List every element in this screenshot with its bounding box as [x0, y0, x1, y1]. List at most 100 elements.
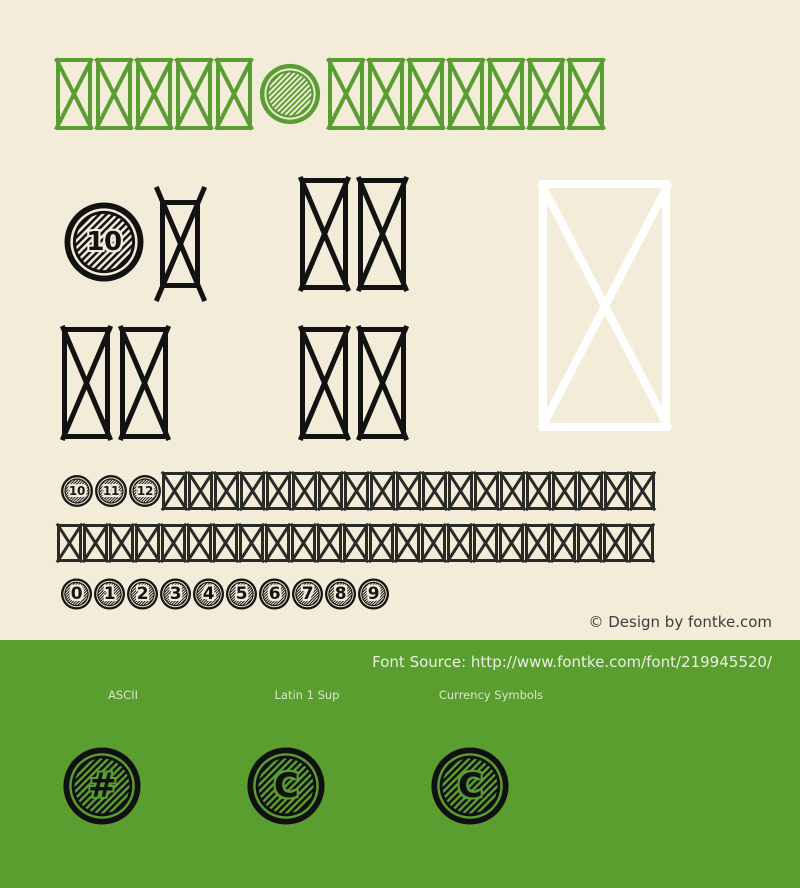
paragraph-missing-glyph-box — [212, 470, 241, 512]
unicode-block-label-ascii: ASCII — [108, 688, 138, 702]
title-missing-glyph-box — [54, 57, 94, 131]
specimen-row2-group2 — [297, 324, 416, 442]
title-missing-glyph-box — [486, 57, 526, 131]
coin-glyph-label: 8 — [334, 584, 347, 604]
sample-coin-glyph: # — [61, 745, 143, 827]
coin-glyph-label: 10 — [68, 484, 86, 498]
paragraph-missing-glyph-box — [550, 470, 579, 512]
paragraph-missing-glyph-box — [472, 470, 501, 512]
specimen-missing-glyph-box — [297, 175, 351, 293]
coin-artwork — [259, 63, 321, 125]
title-missing-glyph-box — [174, 57, 214, 131]
paragraph-missing-glyph-box — [160, 470, 189, 512]
coin-glyph-label: C — [457, 766, 483, 806]
paragraph-missing-glyph-box — [367, 522, 396, 564]
paragraph-missing-glyph-box — [81, 522, 110, 564]
paragraph-missing-glyph-box — [523, 522, 552, 564]
digit-coin-7: 7 — [291, 574, 324, 614]
paragraph-missing-glyph-box — [446, 470, 475, 512]
paragraph-missing-glyph-box — [420, 470, 449, 512]
coin-glyph-label: 9 — [367, 584, 380, 604]
paragraph-missing-glyph-box — [549, 522, 578, 564]
paragraph-missing-glyph-box — [185, 522, 214, 564]
title-missing-glyph-box — [94, 57, 134, 131]
coin-glyph-label: 5 — [235, 584, 248, 604]
specimen-row1-group2 — [297, 175, 416, 293]
paragraph-missing-glyph-box — [497, 522, 526, 564]
design-credit: © Design by fontke.com — [588, 613, 772, 631]
paragraph-missing-glyph-box — [576, 470, 605, 512]
paragraph-missing-glyph-box — [628, 470, 657, 512]
paragraph-missing-glyph-box — [368, 470, 397, 512]
paragraph-coin-glyph: 12 — [128, 474, 162, 508]
digit-coin-8: 8 — [324, 574, 357, 614]
paragraph-missing-glyph-box — [575, 522, 604, 564]
sample-coin-glyph: C — [245, 745, 327, 827]
paragraph-missing-glyph-box — [211, 522, 240, 564]
digit-coin-4: 4 — [192, 574, 225, 614]
paragraph-missing-glyph-box — [316, 470, 345, 512]
unicode-block-label-currency: Currency Symbols — [438, 688, 544, 702]
paragraph-missing-glyph-box — [289, 522, 318, 564]
title-missing-glyph-box — [134, 57, 174, 131]
footer-band: Font Source: http://www.fontke.com/font/… — [0, 640, 800, 888]
specimen-coin-10: 10 — [62, 200, 146, 284]
paragraph-missing-glyph-box — [107, 522, 136, 564]
specimen-row2-group1 — [59, 324, 178, 442]
paragraph-missing-glyph-box — [315, 522, 344, 564]
paragraph-missing-glyph-box — [471, 522, 500, 564]
title-missing-glyph-box — [406, 57, 446, 131]
coin-glyph-label: C — [273, 766, 299, 806]
paragraph-missing-glyph-box — [445, 522, 474, 564]
digit-coin-2: 2 — [126, 574, 159, 614]
coin-glyph-label: 1 — [103, 584, 116, 604]
paragraph-missing-glyph-box — [237, 522, 266, 564]
paragraph-missing-glyph-box — [341, 522, 370, 564]
coin-glyph-label: 11 — [102, 484, 120, 498]
paragraph-missing-glyph-box — [159, 522, 188, 564]
specimen-missing-glyph-box — [297, 324, 351, 442]
coin-glyph-label: 4 — [202, 584, 215, 604]
paragraph-missing-glyph-box — [393, 522, 422, 564]
font-source-url[interactable]: Font Source: http://www.fontke.com/font/… — [372, 653, 772, 671]
coin-glyph-label: 10 — [86, 227, 122, 257]
title-missing-glyph-box — [214, 57, 254, 131]
digit-coin-9: 9 — [357, 574, 390, 614]
coin-glyph-label: 7 — [301, 584, 314, 604]
paragraph-missing-glyph-box — [263, 522, 292, 564]
coin-glyph-label: 2 — [136, 584, 149, 604]
title-missing-glyph-box — [566, 57, 606, 131]
unicode-block-label-latin1sup: Latin 1 Sup — [274, 688, 340, 702]
coin-glyph-label: 0 — [70, 584, 83, 604]
digit-coin-3: 3 — [159, 574, 192, 614]
paragraph-missing-glyph-box — [602, 470, 631, 512]
paragraph-missing-glyph-box — [186, 470, 215, 512]
coin-glyph-label: 12 — [136, 484, 154, 498]
paragraph-coin-glyph: 10 — [60, 474, 94, 508]
paragraph-missing-glyph-box — [238, 470, 267, 512]
coin-glyph-label: 3 — [169, 584, 182, 604]
large-missing-glyph-box — [536, 180, 673, 431]
title-missing-glyph-box — [326, 57, 366, 131]
specimen-missing-glyph-box — [117, 324, 171, 442]
specimen-missing-glyph-box — [59, 324, 113, 442]
title-missing-glyph-box — [446, 57, 486, 131]
digit-coin-6: 6 — [258, 574, 291, 614]
digit-coin-5: 5 — [225, 574, 258, 614]
coin-glyph-label: 6 — [268, 584, 281, 604]
specimen-missing-glyph-box — [355, 324, 409, 442]
title-missing-glyph-box — [526, 57, 566, 131]
paragraph-coin-glyph: 11 — [94, 474, 128, 508]
title-coin-glyph — [258, 62, 322, 126]
paragraph-missing-glyph-box — [394, 470, 423, 512]
specimen-missing-glyph-box — [153, 185, 207, 303]
digit-coin-1: 1 — [93, 574, 126, 614]
unicode-block-sample-currency: C — [429, 745, 511, 827]
paragraph-missing-glyph-box — [264, 470, 293, 512]
paragraph-missing-glyph-box — [342, 470, 371, 512]
digit-glyph-row: 0123456789 — [60, 574, 390, 614]
paragraph-missing-glyph-box — [133, 522, 162, 564]
font-title-preview — [54, 57, 608, 131]
specimen-missing-glyph-box — [355, 175, 409, 293]
paragraph-line-2 — [55, 522, 656, 564]
